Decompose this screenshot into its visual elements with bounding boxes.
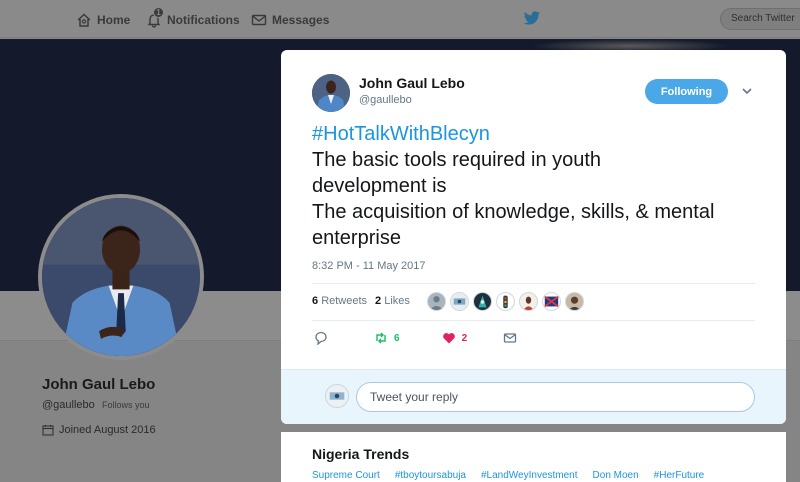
envelope-icon bbox=[251, 14, 267, 26]
like-button[interactable]: 2 bbox=[442, 331, 468, 345]
tweet-line: The basic tools required in youth bbox=[312, 149, 602, 171]
retweet-icon bbox=[376, 332, 386, 344]
liker-avatar[interactable] bbox=[450, 292, 469, 311]
notification-count-badge: 1 bbox=[153, 7, 164, 18]
top-navigation-bar: Home Notifications 1 Messages Search Twi… bbox=[0, 0, 800, 38]
liker-avatar[interactable] bbox=[427, 292, 446, 311]
tweet-stats: 6 Retweets 2 Likes bbox=[312, 295, 410, 307]
twitter-bird-icon[interactable] bbox=[523, 11, 541, 26]
nav-notifications-label: Notifications bbox=[167, 13, 240, 27]
divider bbox=[312, 320, 755, 321]
search-input[interactable]: Search Twitter bbox=[720, 8, 800, 30]
retweet-button[interactable]: 6 bbox=[374, 331, 400, 345]
retweets-label: Retweets bbox=[321, 295, 368, 307]
nav-home-label: Home bbox=[97, 13, 131, 27]
tweet-line: enterprise bbox=[312, 227, 401, 249]
author-photo bbox=[312, 74, 350, 112]
liker-avatar[interactable] bbox=[542, 292, 561, 311]
trend-link[interactable]: #tboytoursabuja bbox=[395, 470, 466, 481]
tweet-modal: John Gaul Lebo @gaullebo Following #HotT… bbox=[281, 50, 786, 424]
retweet-count: 6 bbox=[394, 332, 400, 344]
profile-handle: @gaullebo bbox=[42, 399, 95, 411]
trends-panel: Nigeria Trends Supreme Court #tboytoursa… bbox=[281, 432, 786, 482]
liker-avatar[interactable] bbox=[565, 292, 584, 311]
trend-link[interactable]: Don Moen bbox=[593, 470, 639, 481]
profile-name: John Gaul Lebo bbox=[42, 376, 156, 393]
author-avatar[interactable] bbox=[312, 74, 350, 112]
follows-you-badge: Follows you bbox=[102, 400, 150, 410]
trends-list: Supreme Court #tboytoursabuja #LandWeyIn… bbox=[312, 470, 704, 481]
likes-count: 2 bbox=[375, 295, 382, 307]
trend-link[interactable]: Supreme Court bbox=[312, 470, 380, 481]
nav-messages-label: Messages bbox=[272, 13, 330, 27]
home-icon bbox=[77, 13, 91, 27]
direct-message-button[interactable] bbox=[503, 331, 517, 345]
liker-avatar[interactable] bbox=[473, 292, 492, 311]
profile-avatar[interactable] bbox=[38, 194, 204, 360]
likers-avatars bbox=[427, 292, 584, 311]
author-handle[interactable]: @gaullebo bbox=[359, 94, 412, 106]
trends-title: Nigeria Trends bbox=[312, 446, 410, 462]
reply-button[interactable] bbox=[314, 331, 328, 345]
retweets-count: 6 bbox=[312, 295, 319, 307]
retweets-stat[interactable]: 6 Retweets bbox=[312, 295, 367, 307]
tweet-hashtag[interactable]: #HotTalkWithBlecyn bbox=[312, 121, 762, 147]
calendar-icon bbox=[42, 425, 54, 436]
divider bbox=[312, 283, 755, 284]
likes-label: Likes bbox=[384, 295, 410, 307]
reply-composer bbox=[281, 369, 786, 424]
likes-stat[interactable]: 2 Likes bbox=[375, 295, 410, 307]
joined-date-label: Joined August 2016 bbox=[59, 424, 156, 436]
trend-link[interactable]: #LandWeyInvestment bbox=[481, 470, 578, 481]
current-user-avatar bbox=[325, 384, 349, 408]
tweet-actions: 6 2 bbox=[314, 331, 517, 345]
liker-avatar[interactable] bbox=[496, 292, 515, 311]
reply-icon bbox=[315, 331, 327, 345]
tweet-text: #HotTalkWithBlecyn The basic tools requi… bbox=[312, 121, 762, 251]
nav-home[interactable]: Home bbox=[76, 11, 130, 29]
following-button[interactable]: Following bbox=[645, 79, 728, 104]
nav-messages[interactable]: Messages bbox=[251, 11, 329, 29]
heart-icon bbox=[442, 333, 455, 344]
author-name[interactable]: John Gaul Lebo bbox=[359, 75, 465, 91]
like-count: 2 bbox=[461, 332, 468, 344]
tweet-timestamp[interactable]: 8:32 PM - 11 May 2017 bbox=[312, 260, 426, 272]
tweet-line: development is bbox=[312, 175, 447, 197]
reply-input[interactable] bbox=[356, 382, 755, 412]
profile-photo bbox=[42, 198, 200, 356]
tweet-line: The acquisition of knowledge, skills, & … bbox=[312, 201, 715, 223]
chevron-down-icon[interactable] bbox=[741, 86, 753, 96]
joined-date: Joined August 2016 bbox=[42, 424, 156, 436]
trend-link[interactable]: #HerFuture bbox=[654, 470, 705, 481]
envelope-icon bbox=[503, 333, 517, 343]
liker-avatar[interactable] bbox=[519, 292, 538, 311]
